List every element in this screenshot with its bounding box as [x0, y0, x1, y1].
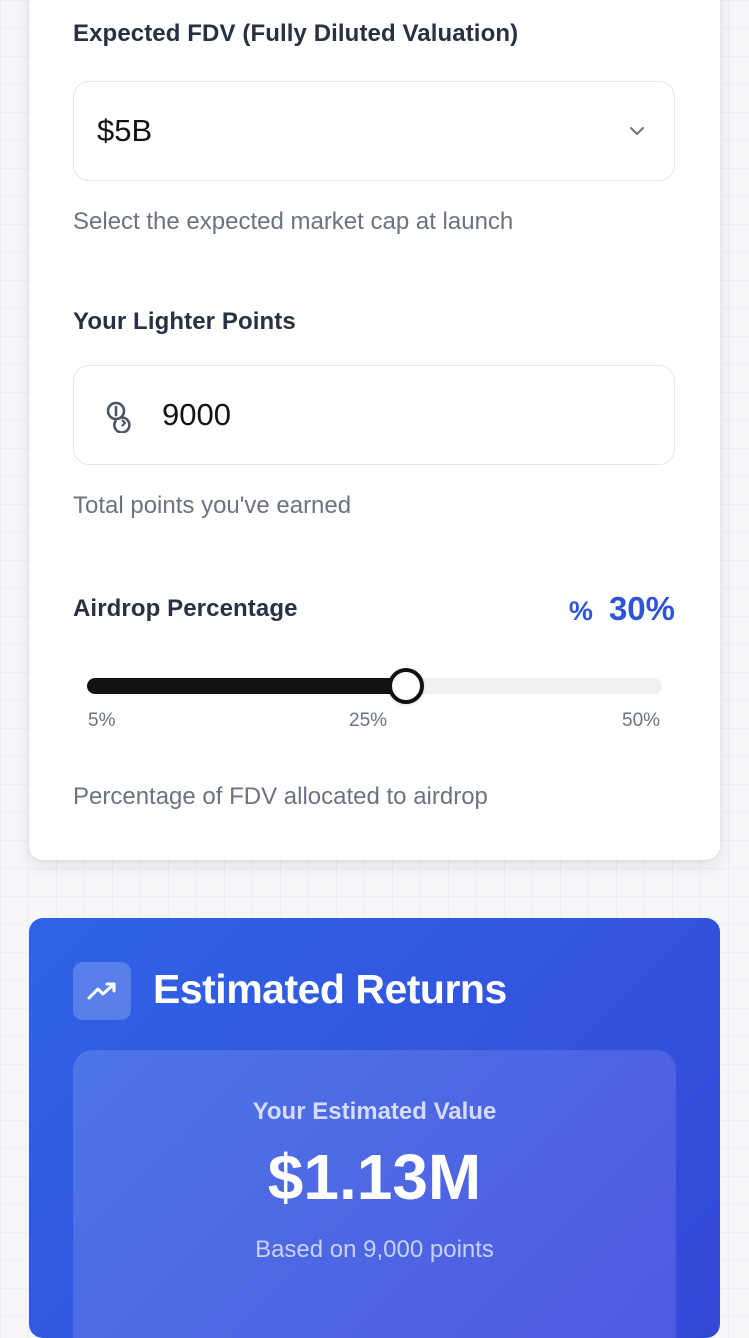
- trending-up-icon-box: [73, 962, 131, 1020]
- slider-tick-mid: 25%: [349, 710, 388, 731]
- fdv-select[interactable]: $5B: [73, 81, 675, 181]
- airdrop-helper-text: Percentage of FDV allocated to airdrop: [73, 783, 488, 810]
- coins-icon: [106, 401, 131, 433]
- fdv-label: Expected FDV (Fully Diluted Valuation): [73, 20, 519, 47]
- points-helper-text: Total points you've earned: [73, 492, 352, 519]
- points-input[interactable]: 9000: [73, 365, 675, 465]
- trending-up-icon: [87, 982, 116, 1000]
- calculator-settings-card: Expected FDV (Fully Diluted Valuation) $…: [29, 0, 720, 860]
- airdrop-value-display: % 30%: [569, 590, 675, 628]
- airdrop-label: Airdrop Percentage: [73, 595, 298, 622]
- fdv-selected-value: $5B: [97, 113, 153, 148]
- slider-tick-min: 5%: [88, 710, 116, 731]
- fdv-helper-text: Select the expected market cap at launch: [73, 208, 514, 235]
- slider-thumb[interactable]: [388, 668, 424, 704]
- estimated-returns-card: Estimated Returns Your Estimated Value $…: [29, 918, 720, 1338]
- returns-title: Estimated Returns: [153, 966, 507, 1012]
- slider-fill: [87, 678, 406, 694]
- estimated-value-basis: Based on 9,000 points: [255, 1236, 494, 1263]
- estimated-value-panel: Your Estimated Value $1.13M Based on 9,0…: [73, 1050, 676, 1338]
- airdrop-value: 30%: [608, 590, 675, 627]
- airdrop-slider[interactable]: [87, 668, 662, 704]
- estimated-value-amount: $1.13M: [267, 1141, 482, 1213]
- estimated-value-label: Your Estimated Value: [252, 1098, 497, 1125]
- chevron-down-icon: [630, 127, 644, 135]
- points-label: Your Lighter Points: [73, 308, 296, 335]
- points-value: 9000: [162, 397, 231, 432]
- percent-icon: %: [568, 596, 593, 626]
- slider-tick-max: 50%: [622, 710, 661, 731]
